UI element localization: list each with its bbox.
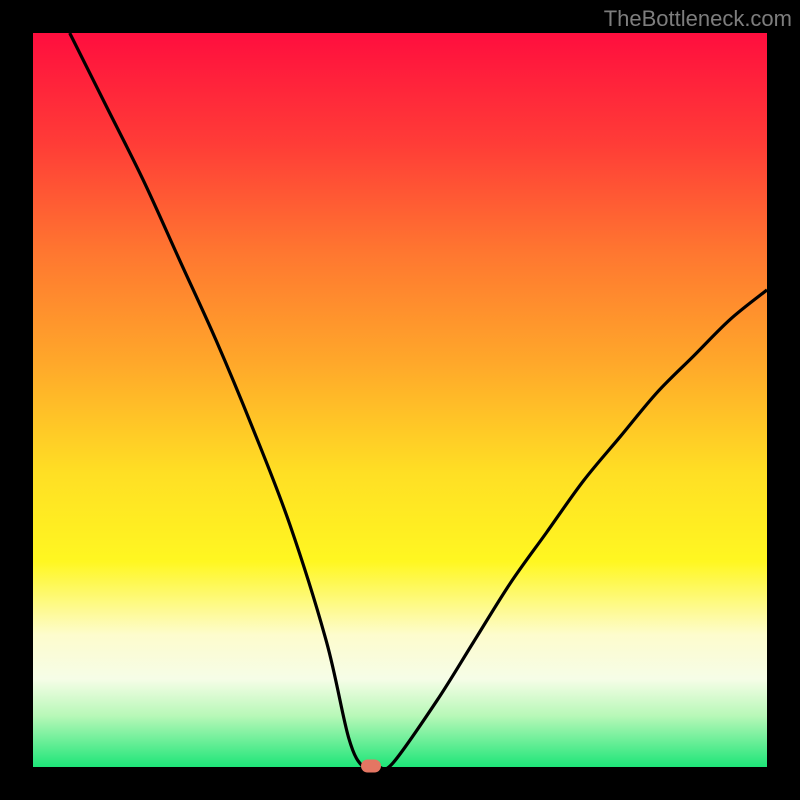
watermark-text: TheBottleneck.com [604, 6, 792, 32]
bottleneck-curve-svg [33, 33, 767, 767]
bottleneck-curve-path [70, 33, 767, 767]
recommendation-marker [361, 759, 381, 772]
chart-container: TheBottleneck.com [0, 0, 800, 800]
